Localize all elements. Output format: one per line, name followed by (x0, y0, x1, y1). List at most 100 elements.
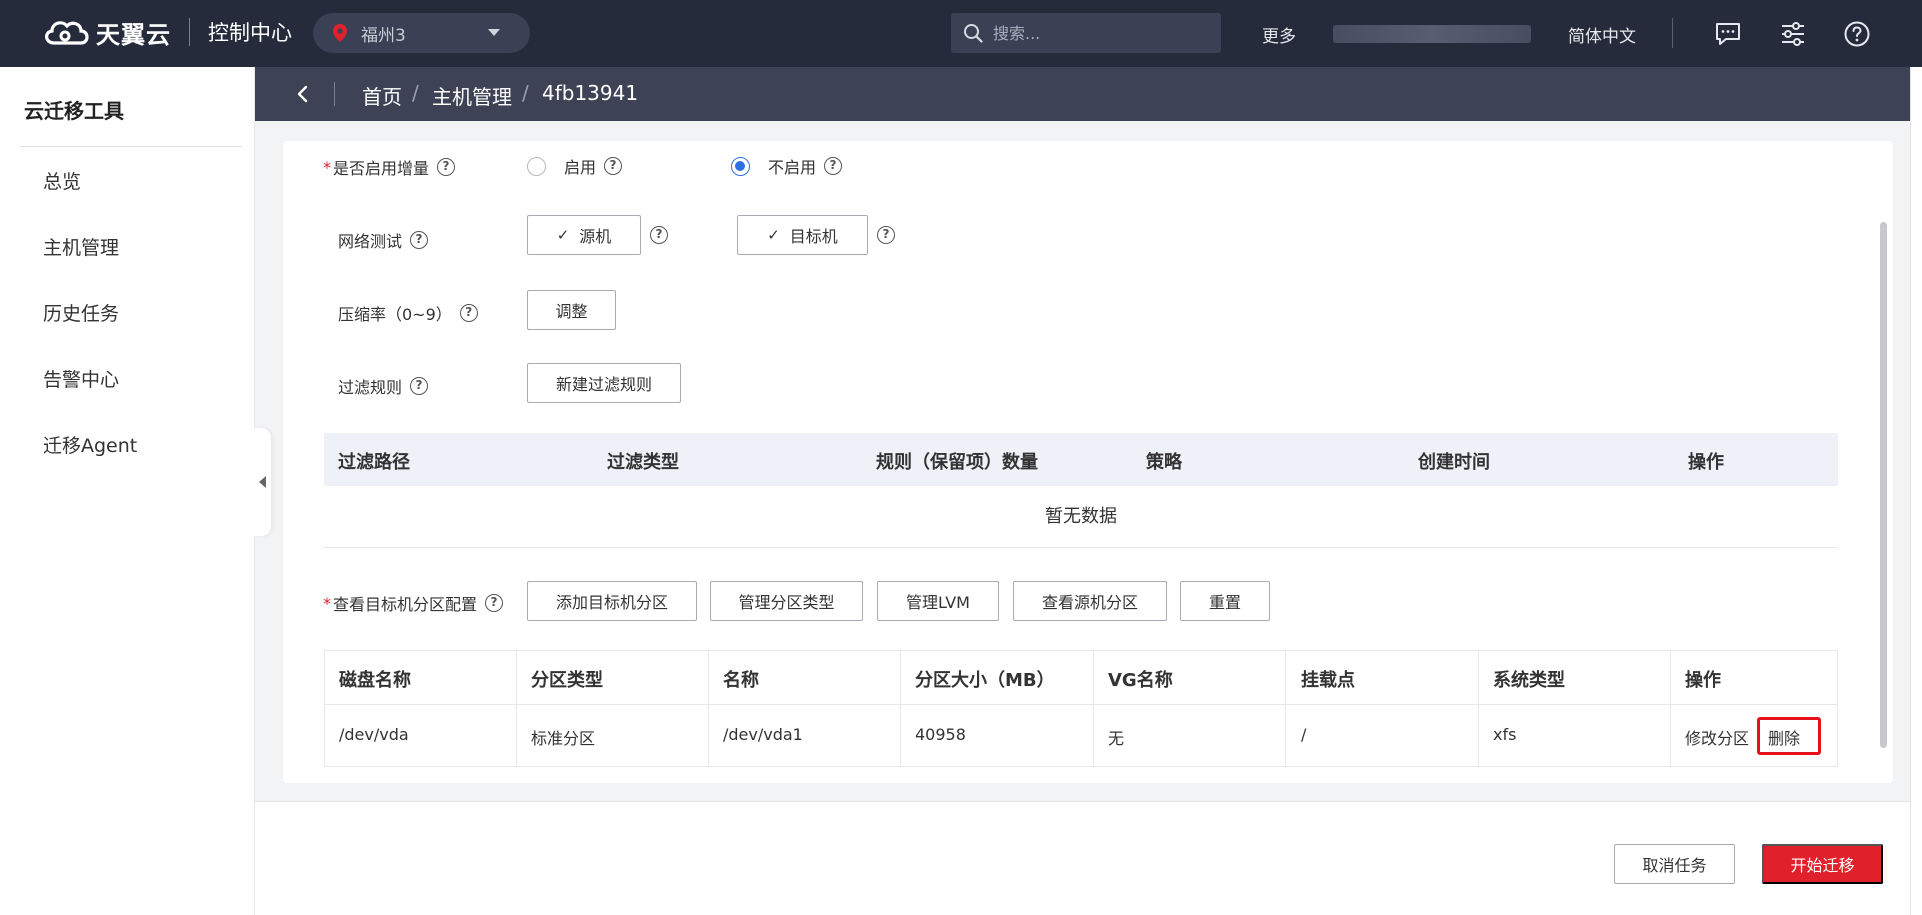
sidebar-item-host-management[interactable]: 主机管理 (43, 233, 119, 260)
radio-circle-selected[interactable] (731, 156, 750, 176)
required-mark: * (323, 157, 331, 177)
breadcrumb-home[interactable]: 首页 (362, 81, 402, 110)
help-circle-icon[interactable]: ? (459, 304, 478, 322)
search-input[interactable] (993, 23, 1193, 43)
search-box[interactable] (951, 13, 1221, 53)
vertical-scrollbar[interactable] (1880, 222, 1887, 748)
sidebar-collapse-handle[interactable] (254, 428, 271, 536)
source-network-test-button[interactable]: ✓ 源机 (527, 215, 641, 255)
breadcrumb-current: 4fb13941 (542, 81, 639, 105)
filter-rules-label: 过滤规则 ? (338, 374, 429, 398)
add-target-partition-button[interactable]: 添加目标机分区 (527, 581, 697, 621)
target-button-label: 目标机 (789, 227, 838, 246)
column-divider (1285, 651, 1286, 766)
breadcrumb-separator: / (412, 81, 419, 105)
console-title[interactable]: 控制中心 (208, 17, 292, 47)
cancel-task-button[interactable]: 取消任务 (1614, 844, 1735, 884)
filter-table-header: 过滤路径 过滤类型 规则（保留项）数量 策略 创建时间 操作 (324, 433, 1838, 486)
search-icon (964, 24, 983, 43)
language-switcher[interactable]: 简体中文 (1568, 22, 1636, 47)
column-divider (1670, 651, 1671, 766)
filter-rules-label-text: 过滤规则 (338, 378, 403, 397)
row-divider (325, 704, 1837, 705)
help-circle-icon[interactable]: ? (650, 226, 668, 244)
column-divider (1478, 651, 1479, 766)
target-network-test-button[interactable]: ✓ 目标机 (737, 215, 868, 255)
sidebar-title: 云迁移工具 (24, 99, 124, 123)
network-test-label: 网络测试 ? (338, 228, 429, 252)
help-circle-icon[interactable]: ? (437, 158, 456, 176)
cell-partition-size: 40958 (915, 725, 966, 744)
incremental-label-text: 是否启用增量 (333, 159, 430, 178)
column-header: 规则（保留项）数量 (876, 452, 1038, 473)
partition-config-label: * 查看目标机分区配置 ? (323, 591, 504, 615)
more-menu[interactable]: 更多 (1262, 22, 1296, 47)
settings-sliders-icon[interactable] (1779, 20, 1807, 48)
brand-logo[interactable]: 天翼云 控制中心 (40, 14, 292, 50)
sidebar-divider (20, 146, 242, 147)
column-header: 过滤类型 (607, 452, 679, 473)
help-circle-icon[interactable]: ? (410, 377, 429, 395)
cell-filesystem-type: xfs (1493, 725, 1517, 744)
breadcrumb-separator: / (522, 81, 529, 105)
header-divider (1672, 18, 1673, 48)
location-pin-icon (333, 24, 347, 42)
radio-circle[interactable] (527, 156, 546, 176)
breadcrumb-divider (334, 82, 335, 106)
region-label: 福州3 (361, 25, 406, 46)
column-header: VG名称 (1108, 670, 1173, 691)
empty-state-text: 暂无数据 (324, 486, 1838, 548)
cell-vg-name: 无 (1108, 729, 1125, 748)
source-button-label: 源机 (579, 227, 612, 246)
radio-disable[interactable]: 不启用 ? (731, 154, 843, 178)
column-header: 过滤路径 (338, 452, 410, 473)
partition-table: 磁盘名称 分区类型 名称 分区大小（MB） VG名称 挂载点 系统类型 操作 /… (324, 650, 1838, 767)
chevron-left-icon (259, 476, 266, 488)
help-circle-icon[interactable]: ? (877, 226, 895, 244)
column-header: 磁盘名称 (339, 670, 411, 691)
account-name-redacted[interactable] (1333, 25, 1531, 43)
radio-enable[interactable]: 启用 ? (527, 154, 623, 178)
column-header: 创建时间 (1418, 452, 1490, 473)
sidebar-item-overview[interactable]: 总览 (43, 167, 81, 194)
region-selector[interactable]: 福州3 (313, 13, 530, 53)
help-circle-icon[interactable]: ? (410, 231, 429, 249)
column-divider (1093, 651, 1094, 766)
start-migration-button[interactable]: 开始迁移 (1762, 844, 1883, 884)
view-source-partition-button[interactable]: 查看源机分区 (1013, 581, 1167, 621)
help-circle-icon[interactable]: ? (824, 157, 843, 175)
help-circle-icon[interactable]: ? (485, 594, 504, 612)
partition-config-label-text: 查看目标机分区配置 (333, 595, 478, 614)
sidebar-item-alert-center[interactable]: 告警中心 (43, 365, 119, 392)
help-icon[interactable] (1843, 20, 1871, 48)
compression-label-text: 压缩率（0~9） (338, 305, 452, 324)
sidebar-item-history-tasks[interactable]: 历史任务 (43, 299, 119, 326)
check-icon: ✓ (767, 226, 780, 244)
adjust-compression-button[interactable]: 调整 (527, 290, 616, 330)
column-header: 名称 (723, 670, 759, 691)
manage-partition-type-button[interactable]: 管理分区类型 (710, 581, 863, 621)
sidebar: 云迁移工具 总览 主机管理 历史任务 告警中心 迁移Agent (0, 67, 255, 915)
right-gutter (1910, 67, 1922, 915)
incremental-label: * 是否启用增量 ? (323, 155, 456, 179)
edit-partition-link[interactable]: 修改分区 (1685, 725, 1749, 749)
sidebar-item-migration-agent[interactable]: 迁移Agent (43, 431, 137, 458)
top-navigation-bar: 天翼云 控制中心 福州3 更多 简体中文 (0, 0, 1922, 67)
back-arrow-icon[interactable] (293, 84, 313, 104)
cell-disk-name: /dev/vda (339, 725, 409, 744)
cell-mount-point: / (1301, 725, 1307, 744)
new-filter-rule-button[interactable]: 新建过滤规则 (527, 363, 681, 403)
radio-enable-label: 启用 (564, 158, 597, 177)
delete-highlight-box (1757, 717, 1821, 755)
column-header: 系统类型 (1493, 670, 1565, 691)
reset-button[interactable]: 重置 (1180, 581, 1270, 621)
compression-label: 压缩率（0~9） ? (338, 301, 478, 325)
breadcrumb-host-management[interactable]: 主机管理 (432, 81, 512, 110)
brand-name: 天翼云 (96, 20, 171, 49)
cloud-logo-icon (45, 21, 89, 45)
message-icon[interactable] (1714, 20, 1742, 48)
check-icon: ✓ (556, 226, 570, 244)
help-circle-icon[interactable]: ? (604, 157, 623, 175)
manage-lvm-button[interactable]: 管理LVM (877, 581, 999, 621)
breadcrumb: 首页 / 主机管理 / 4fb13941 (255, 67, 1922, 121)
